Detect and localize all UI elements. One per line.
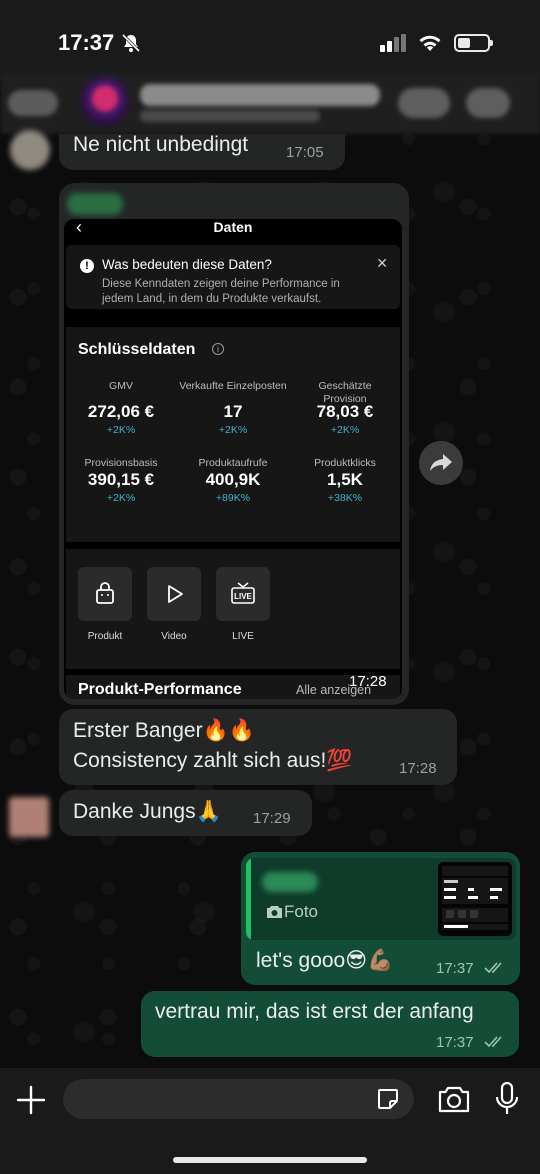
metric-delta: +2K%: [106, 424, 136, 436]
quoted-thumbnail: [438, 862, 512, 936]
key-data-title: Schlüsseldaten: [78, 341, 196, 358]
chat-title-blurred[interactable]: [140, 84, 380, 106]
forward-arrow-icon: [430, 454, 452, 471]
mute-bell-icon: [121, 33, 141, 53]
info-card: ! Was bedeuten diese Daten? Diese Kennda…: [66, 245, 400, 309]
forward-button[interactable]: [419, 441, 463, 485]
video-call-button[interactable]: [398, 88, 450, 118]
sender-avatar[interactable]: [9, 797, 49, 837]
metric-value: 400,9K: [205, 470, 261, 489]
play-icon: [168, 585, 183, 603]
message-time: 17:28: [399, 760, 437, 777]
group-avatar[interactable]: [80, 76, 130, 126]
metric-delta: +2K%: [106, 492, 136, 504]
metric-value: 78,03 €: [316, 402, 374, 421]
message-text: Danke Jungs🙏: [73, 800, 222, 823]
help-icon: i: [212, 343, 224, 355]
metric-delta: +2K%: [218, 424, 248, 436]
metric-commission: Geschätzte Provision 78,03 € +2K%: [290, 380, 400, 436]
info-title: Was bedeuten diese Daten?: [102, 257, 272, 272]
add-attachment-icon[interactable]: [16, 1085, 46, 1115]
back-button[interactable]: [8, 90, 58, 116]
message-text: let's gooo😎💪🏽: [256, 949, 394, 972]
tile-label: Video: [161, 631, 187, 642]
message-time: 17:05: [286, 144, 324, 161]
metric-gmv: GMV 272,06 € +2K%: [66, 380, 176, 436]
message-text-line2: Consistency zahlt sich aus!💯: [73, 749, 353, 772]
reply-accent-bar: [246, 858, 251, 940]
sender-name-blurred: [67, 193, 123, 215]
metric-product-views: Produktaufrufe 400,9K +89K%: [178, 457, 288, 504]
camera-icon[interactable]: [437, 1084, 471, 1114]
microphone-icon[interactable]: [494, 1081, 520, 1117]
metric-value: 1,5K: [327, 470, 363, 489]
shopping-bag-icon: [96, 582, 114, 604]
message-text: vertrau mir, das ist erst der anfang: [155, 1000, 474, 1023]
live-tv-icon: LIVE: [231, 582, 255, 604]
wifi-icon: [419, 35, 441, 51]
message-time: 17:29: [253, 810, 291, 827]
metric-label: Produktaufrufe: [198, 457, 268, 469]
content-type-section: Produkt Video LIVE LIVE: [66, 549, 400, 669]
chat-header: [0, 72, 540, 134]
battery-icon: [454, 34, 493, 52]
metric-value: 272,06 €: [87, 402, 155, 421]
voice-call-button[interactable]: [466, 88, 510, 118]
metric-product-clicks: Produktklicks 1,5K +38K%: [290, 457, 400, 504]
message-time: 17:37: [436, 960, 474, 977]
read-receipt-icon: [484, 962, 502, 974]
metric-value: 390,15 €: [87, 470, 155, 489]
product-performance-title: Produkt-Performance: [78, 681, 242, 698]
read-receipt-icon: [484, 1036, 502, 1048]
metric-delta: +89K%: [215, 492, 251, 504]
tile-label: LIVE: [232, 631, 254, 642]
message-bubble-incoming[interactable]: Ne nicht unbedingt 17:05: [59, 133, 345, 170]
live-tile: LIVE: [216, 567, 270, 621]
screenshot-title: Daten: [213, 219, 253, 235]
metric-delta: +2K%: [330, 424, 360, 436]
quoted-label: Foto: [284, 902, 319, 921]
metric-label: Provisionsbasis: [84, 457, 158, 469]
message-text-line1: Erster Banger🔥🔥: [73, 719, 255, 742]
sender-avatar[interactable]: [10, 130, 50, 170]
shared-screenshot[interactable]: ‹ Daten ! Was bedeuten diese Daten? Dies…: [64, 219, 402, 699]
live-icon-text: LIVE: [234, 592, 252, 601]
metric-value: 17: [223, 402, 243, 421]
info-icon: !: [80, 259, 94, 273]
metric-items-sold: Verkaufte Einzelposten 17 +2K%: [178, 380, 288, 436]
status-bar: 17:37: [0, 0, 540, 80]
metric-label: Produktklicks: [314, 457, 376, 469]
info-text: Diese Kenndaten zeigen deine Performance…: [102, 278, 340, 305]
message-bubble-incoming[interactable]: Danke Jungs🙏 17:29: [59, 790, 312, 836]
message-bubble-incoming[interactable]: Erster Banger🔥🔥 Consistency zahlt sich a…: [59, 709, 457, 785]
home-indicator: [173, 1157, 367, 1163]
sticker-icon[interactable]: [376, 1087, 400, 1111]
metric-commission-base: Provisionsbasis 390,15 € +2K%: [66, 457, 176, 504]
tile-label: Produkt: [87, 631, 123, 642]
status-time: 17:37: [58, 30, 115, 55]
key-data-section: Schlüsseldaten i GMV 272,06 € +2K% Verka…: [66, 327, 400, 542]
message-bubble-outgoing[interactable]: vertrau mir, das ist erst der anfang 17:…: [141, 991, 519, 1057]
metric-delta: +38K%: [327, 492, 363, 504]
product-tile: [78, 567, 132, 621]
image-message-bubble[interactable]: ‹ Daten ! Was bedeuten diese Daten? Dies…: [59, 183, 409, 705]
message-time: 17:28: [349, 673, 387, 690]
quoted-sender-blurred: [262, 872, 318, 892]
camera-icon: [267, 906, 282, 918]
quoted-reply[interactable]: Foto: [246, 858, 516, 940]
message-input[interactable]: [63, 1079, 414, 1119]
cellular-signal-icon: [380, 34, 406, 52]
message-text: Ne nicht unbedingt: [73, 133, 249, 156]
chat-subtitle-blurred: [140, 110, 320, 122]
message-time: 17:37: [436, 1034, 474, 1051]
video-tile: [147, 567, 201, 621]
close-icon: ✕: [376, 255, 388, 271]
